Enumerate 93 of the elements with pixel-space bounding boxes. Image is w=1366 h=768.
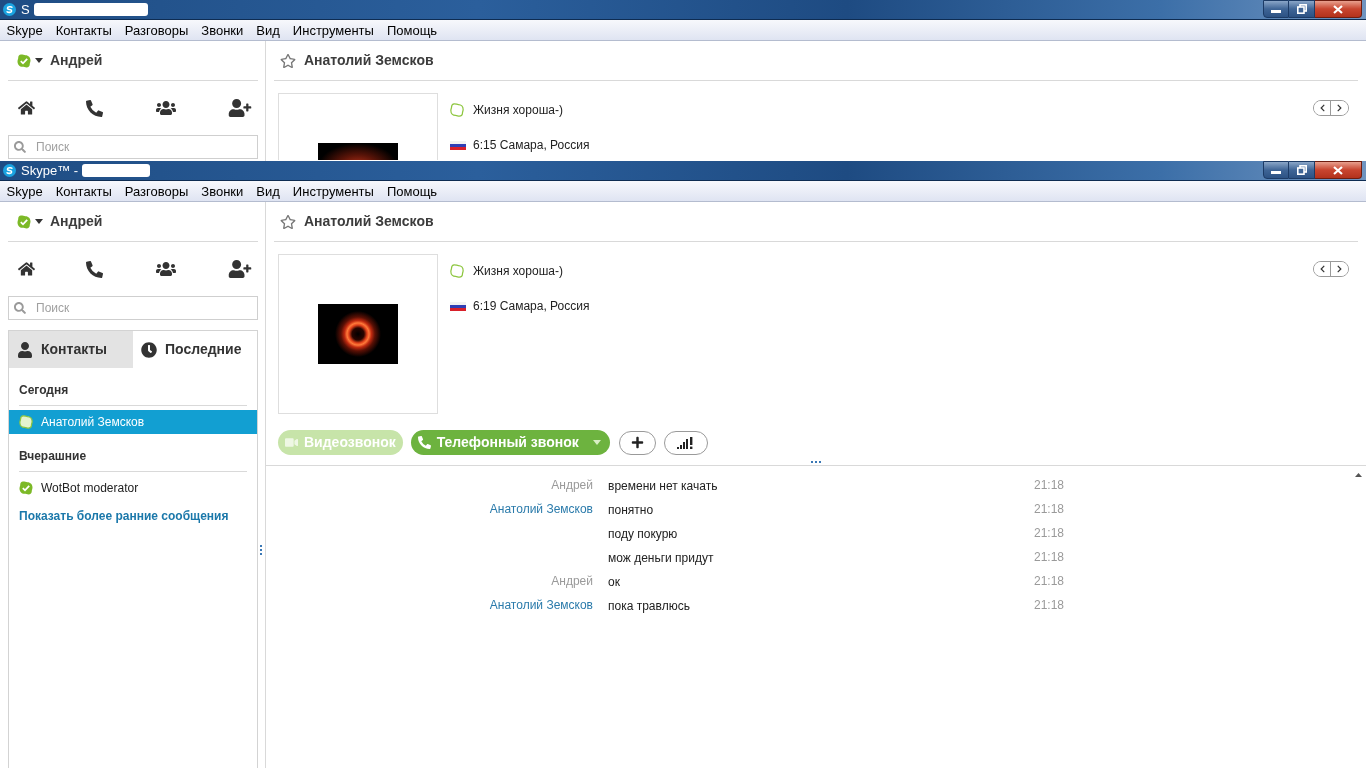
message-text: ок: [608, 575, 620, 589]
video-camera-icon: [285, 436, 298, 449]
sender-name[interactable]: Анатолий Земсков: [489, 596, 593, 614]
previous-button[interactable]: [1314, 262, 1331, 276]
minimize-icon: [1271, 10, 1281, 13]
message-time: 21:18: [1033, 597, 1064, 614]
close-icon: [1333, 4, 1343, 14]
group-icon[interactable]: [154, 100, 177, 116]
search-field[interactable]: Поиск: [8, 135, 258, 159]
menu-item[interactable]: Помощь: [380, 23, 444, 37]
user-plus-icon[interactable]: [228, 99, 252, 117]
app-logo-icon: [3, 3, 16, 16]
chevron-right-icon: [1336, 104, 1343, 112]
signal-bars-icon: [677, 436, 695, 449]
message-text: пока травлюсь: [608, 599, 690, 613]
contact-title: Анатолий Земсков: [304, 51, 434, 70]
menu-item[interactable]: Разговоры: [118, 23, 195, 37]
close-button[interactable]: [1315, 161, 1362, 179]
mood-message: Жизня хороша-): [473, 102, 563, 119]
group-icon[interactable]: [154, 261, 177, 277]
redaction-block: [82, 164, 151, 177]
star-icon[interactable]: [280, 52, 296, 69]
menu-item[interactable]: Звонки: [194, 184, 250, 198]
call-quality-button[interactable]: [663, 430, 708, 455]
close-button[interactable]: [1315, 0, 1362, 18]
show-earlier-link[interactable]: Показать более ранние сообщения: [19, 507, 247, 525]
menu-item[interactable]: Звонки: [194, 23, 250, 37]
minimize-button[interactable]: [1263, 161, 1289, 179]
menu-item[interactable]: Помощь: [380, 184, 444, 198]
previous-button[interactable]: [1314, 101, 1331, 115]
menu-item[interactable]: Инструменты: [286, 184, 381, 198]
search-icon: [14, 302, 26, 314]
clock-icon: [141, 341, 157, 358]
star-icon[interactable]: [280, 213, 296, 230]
sender-name[interactable]: Анатолий Земсков: [489, 500, 593, 518]
flag-icon: [450, 140, 466, 150]
phone-icon[interactable]: [86, 99, 104, 117]
message-text: понятно: [608, 503, 654, 517]
message-text: времени нет качать: [608, 479, 718, 493]
flag-icon: [450, 301, 466, 311]
phone-icon[interactable]: [86, 260, 104, 278]
close-icon: [1333, 165, 1343, 175]
contact-title: Анатолий Земсков: [304, 212, 434, 231]
chevron-left-icon: [1318, 104, 1326, 112]
message-time: 21:18: [1033, 525, 1064, 542]
menu-item[interactable]: Контакты: [49, 23, 119, 37]
home-icon[interactable]: [18, 261, 35, 277]
menu-item[interactable]: Skype: [0, 23, 50, 37]
chevron-left-icon: [1318, 265, 1326, 273]
caret-down-icon[interactable]: [35, 219, 43, 224]
local-time: 6:15 Самара, Россия: [473, 137, 590, 154]
app-logo-icon: [3, 164, 16, 177]
menu-item[interactable]: Разговоры: [118, 184, 195, 198]
message-text: мож деньги придут: [608, 551, 714, 565]
minimize-button[interactable]: [1263, 0, 1289, 18]
user-plus-icon[interactable]: [228, 260, 252, 278]
message-text: поду покурю: [608, 527, 678, 541]
window-title: Skype™ -: [21, 164, 79, 177]
home-icon[interactable]: [18, 100, 35, 116]
grip-dots-icon[interactable]: [259, 545, 262, 555]
chevron-right-icon: [1336, 265, 1343, 273]
group-heading: Сегодня: [19, 383, 69, 397]
menu-item[interactable]: Инструменты: [286, 23, 381, 37]
local-time: 6:19 Самара, Россия: [473, 298, 590, 315]
user-name[interactable]: Андрей: [50, 50, 103, 71]
menu-item[interactable]: Вид: [249, 23, 287, 37]
scroll-up-arrow-icon[interactable]: [1354, 473, 1362, 477]
minimize-icon: [1271, 171, 1281, 174]
menu-item[interactable]: Вид: [249, 184, 287, 198]
group-heading: Вчерашние: [19, 449, 87, 463]
window-title: S: [21, 3, 30, 16]
phone-icon: [417, 436, 431, 449]
search-field[interactable]: Поиск: [8, 296, 258, 320]
plus-icon: [630, 436, 644, 449]
search-icon: [14, 141, 26, 153]
restore-button[interactable]: [1289, 161, 1315, 179]
contact-name: Анатолий Земсков: [41, 414, 145, 431]
menu-item[interactable]: Skype: [0, 184, 50, 198]
user-name[interactable]: Андрей: [50, 211, 103, 232]
contact-name: WotBot moderator: [41, 480, 139, 497]
tab[interactable]: Контакты: [9, 331, 133, 368]
mood-message: Жизня хороша-): [473, 263, 563, 280]
menu-item[interactable]: Контакты: [49, 184, 119, 198]
message-time: 21:18: [1033, 549, 1064, 566]
person-icon: [17, 341, 33, 358]
add-button[interactable]: [618, 430, 656, 455]
message-time: 21:18: [1033, 573, 1064, 590]
restore-icon: [1296, 4, 1307, 14]
message-time: 21:18: [1033, 477, 1064, 494]
restore-button[interactable]: [1289, 0, 1315, 18]
message-time: 21:18: [1033, 501, 1064, 518]
restore-icon: [1296, 165, 1307, 175]
caret-down-icon[interactable]: [35, 58, 43, 63]
